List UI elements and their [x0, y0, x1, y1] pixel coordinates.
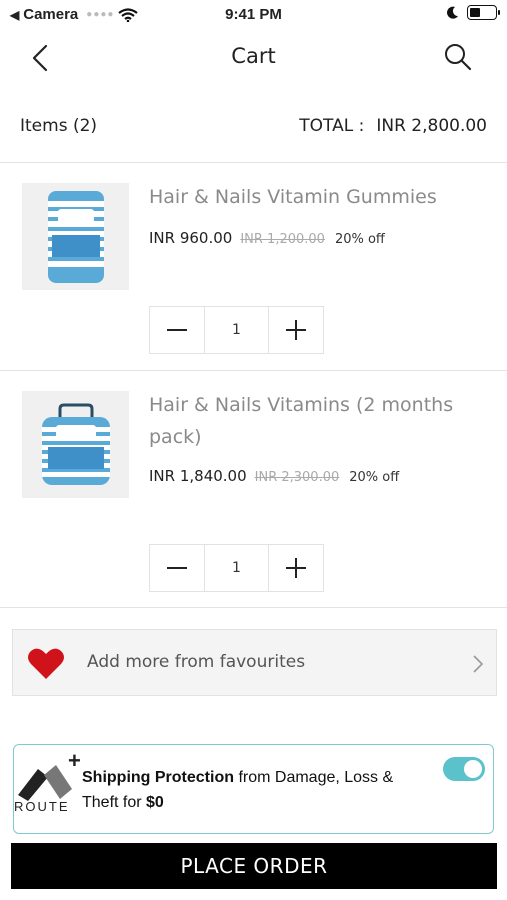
minus-icon [166, 567, 187, 569]
battery-icon [467, 5, 500, 20]
price-row: INR 960.00 INR 1,200.00 20% off [149, 229, 385, 247]
cart-summary: Items (2) TOTAL : INR 2,800.00 [0, 110, 507, 146]
decrease-button[interactable] [150, 307, 204, 353]
nav-bar: Cart [0, 32, 507, 84]
total-value: INR 2,800.00 [376, 116, 487, 136]
plus-icon [286, 558, 307, 578]
cart-item: Hair & Nails Vitamins (2 months pack) IN… [0, 370, 507, 608]
price-original: INR 1,200.00 [240, 232, 325, 247]
product-image[interactable] [22, 183, 129, 290]
product-name[interactable]: Hair & Nails Vitamin Gummies [149, 181, 469, 213]
increase-button[interactable] [269, 307, 323, 353]
discount-label: 20% off [334, 232, 385, 247]
battery-fill [470, 8, 481, 17]
add-from-favourites-button[interactable]: Add more from favourites [12, 629, 497, 696]
price-original: INR 2,300.00 [254, 470, 340, 485]
heart-icon [28, 648, 64, 679]
route-logo-text: ROUTE [14, 799, 70, 814]
product-image[interactable] [22, 391, 129, 498]
quantity-value: 1 [203, 307, 270, 353]
favourites-label: Add more from favourites [87, 652, 306, 672]
quantity-stepper: 1 [149, 306, 324, 354]
moon-icon [447, 6, 458, 19]
page-title: Cart [231, 44, 276, 68]
plus-icon: + [68, 748, 81, 773]
minus-icon [166, 329, 187, 331]
cart-total: TOTAL : INR 2,800.00 [299, 116, 487, 136]
discount-label: 20% off [349, 470, 400, 485]
status-bar: ◀ Camera ●●●● 9:41 PM [0, 0, 507, 30]
decrease-button[interactable] [150, 545, 204, 591]
route-logo-icon [18, 765, 72, 801]
quantity-value: 1 [203, 545, 270, 591]
price-current: INR 960.00 [149, 229, 233, 247]
chevron-right-icon [473, 655, 484, 673]
toggle-knob [464, 760, 482, 778]
shipping-protection-card: + ROUTE Shipping Protection from Damage,… [13, 744, 494, 834]
cart-item: Hair & Nails Vitamin Gummies INR 960.00 … [0, 162, 507, 370]
shipping-protection-toggle[interactable] [443, 757, 485, 781]
total-label: TOTAL : [299, 116, 365, 136]
vitamin-jar-icon [47, 190, 104, 283]
product-name[interactable]: Hair & Nails Vitamins (2 months pack) [149, 389, 469, 453]
shipping-protection-price: $0 [146, 794, 164, 811]
items-count: Items (2) [20, 116, 98, 136]
search-icon[interactable] [443, 42, 473, 72]
shipping-protection-title: Shipping Protection [82, 769, 234, 786]
quantity-stepper: 1 [149, 544, 324, 592]
status-right [447, 5, 500, 20]
shipping-protection-text: Shipping Protection from Damage, Loss & … [82, 765, 412, 815]
plus-icon [286, 320, 307, 340]
increase-button[interactable] [269, 545, 323, 591]
vitamin-pack-icon [41, 403, 110, 485]
price-row: INR 1,840.00 INR 2,300.00 20% off [149, 467, 399, 485]
price-current: INR 1,840.00 [149, 467, 247, 485]
place-order-button[interactable]: PLACE ORDER [11, 843, 497, 889]
status-time: 9:41 PM [225, 6, 282, 23]
